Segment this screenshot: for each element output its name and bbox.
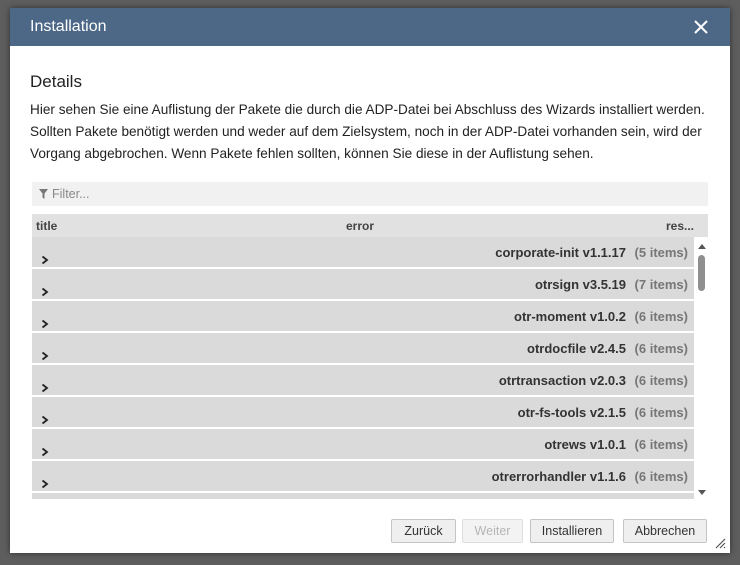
grid-body: corporate-init v1.1.17 (5 items) otrsign…: [32, 237, 694, 499]
description-text: Hier sehen Sie eine Auflistung der Paket…: [30, 102, 705, 161]
close-icon[interactable]: [690, 16, 712, 38]
item-count: (6 items): [634, 437, 688, 452]
group-row[interactable]: otrdocfile v2.4.5 (6 items): [32, 333, 694, 365]
group-row[interactable]: otrews v1.0.1 (6 items): [32, 429, 694, 461]
dialog-titlebar: Installation: [10, 8, 730, 46]
chevron-right-icon[interactable]: [40, 255, 50, 265]
dialog-title: Installation: [30, 18, 107, 35]
group-row[interactable]: otrtransaction v2.0.3 (6 items): [32, 365, 694, 397]
grid-header: title error res...: [32, 214, 708, 237]
item-count: (6 items): [634, 469, 688, 484]
filter-icon: [39, 189, 48, 199]
chevron-right-icon[interactable]: [40, 287, 50, 297]
resize-grip-icon[interactable]: [714, 537, 726, 549]
next-button[interactable]: Weiter: [462, 519, 523, 543]
package-name: otrdocfile v2.4.5: [527, 341, 626, 356]
cancel-button[interactable]: Abbrechen: [623, 519, 707, 543]
section-title: Details: [30, 72, 82, 91]
group-row[interactable]: otr-moment v1.0.2 (6 items): [32, 301, 694, 333]
package-name: otrerrorhandler v1.1.6: [491, 469, 626, 484]
item-count: (6 items): [634, 405, 688, 420]
group-row[interactable]: otr-fs-tools v2.1.5 (6 items): [32, 397, 694, 429]
item-count: (6 items): [634, 341, 688, 356]
item-count: (6 items): [634, 309, 688, 324]
group-row-partial[interactable]: [32, 493, 694, 499]
column-header-result[interactable]: res...: [666, 219, 694, 233]
scroll-up-arrow-icon[interactable]: [696, 241, 708, 251]
install-button[interactable]: Installieren: [530, 519, 614, 543]
group-row[interactable]: corporate-init v1.1.17 (5 items): [32, 237, 694, 269]
grid-scrollbar[interactable]: [696, 241, 708, 498]
package-name: otrews v1.0.1: [544, 437, 626, 452]
package-name: otr-moment v1.0.2: [514, 309, 626, 324]
column-header-title[interactable]: title: [36, 219, 57, 233]
chevron-right-icon[interactable]: [40, 447, 50, 457]
scroll-thumb[interactable]: [698, 255, 705, 291]
item-count: (6 items): [634, 373, 688, 388]
package-name: otrtransaction v2.0.3: [498, 373, 626, 388]
chevron-right-icon[interactable]: [40, 415, 50, 425]
filter-bar: [32, 182, 708, 206]
package-name: corporate-init v1.1.17: [495, 245, 626, 260]
item-count: (5 items): [634, 245, 688, 260]
item-count: (7 items): [634, 277, 688, 292]
group-row[interactable]: otrsign v3.5.19 (7 items): [32, 269, 694, 301]
group-row[interactable]: otrerrorhandler v1.1.6 (6 items): [32, 461, 694, 493]
package-name: otrsign v3.5.19: [534, 277, 626, 292]
chevron-right-icon[interactable]: [40, 351, 50, 361]
column-header-error[interactable]: error: [346, 219, 374, 233]
chevron-right-icon[interactable]: [40, 319, 50, 329]
chevron-right-icon[interactable]: [40, 479, 50, 489]
package-name: otr-fs-tools v2.1.5: [517, 405, 626, 420]
back-button[interactable]: Zurück: [391, 519, 456, 543]
filter-input[interactable]: [52, 184, 692, 204]
installation-dialog: Installation Details Hier sehen Sie eine…: [10, 8, 730, 553]
scroll-down-arrow-icon[interactable]: [696, 488, 708, 498]
chevron-right-icon[interactable]: [40, 383, 50, 393]
